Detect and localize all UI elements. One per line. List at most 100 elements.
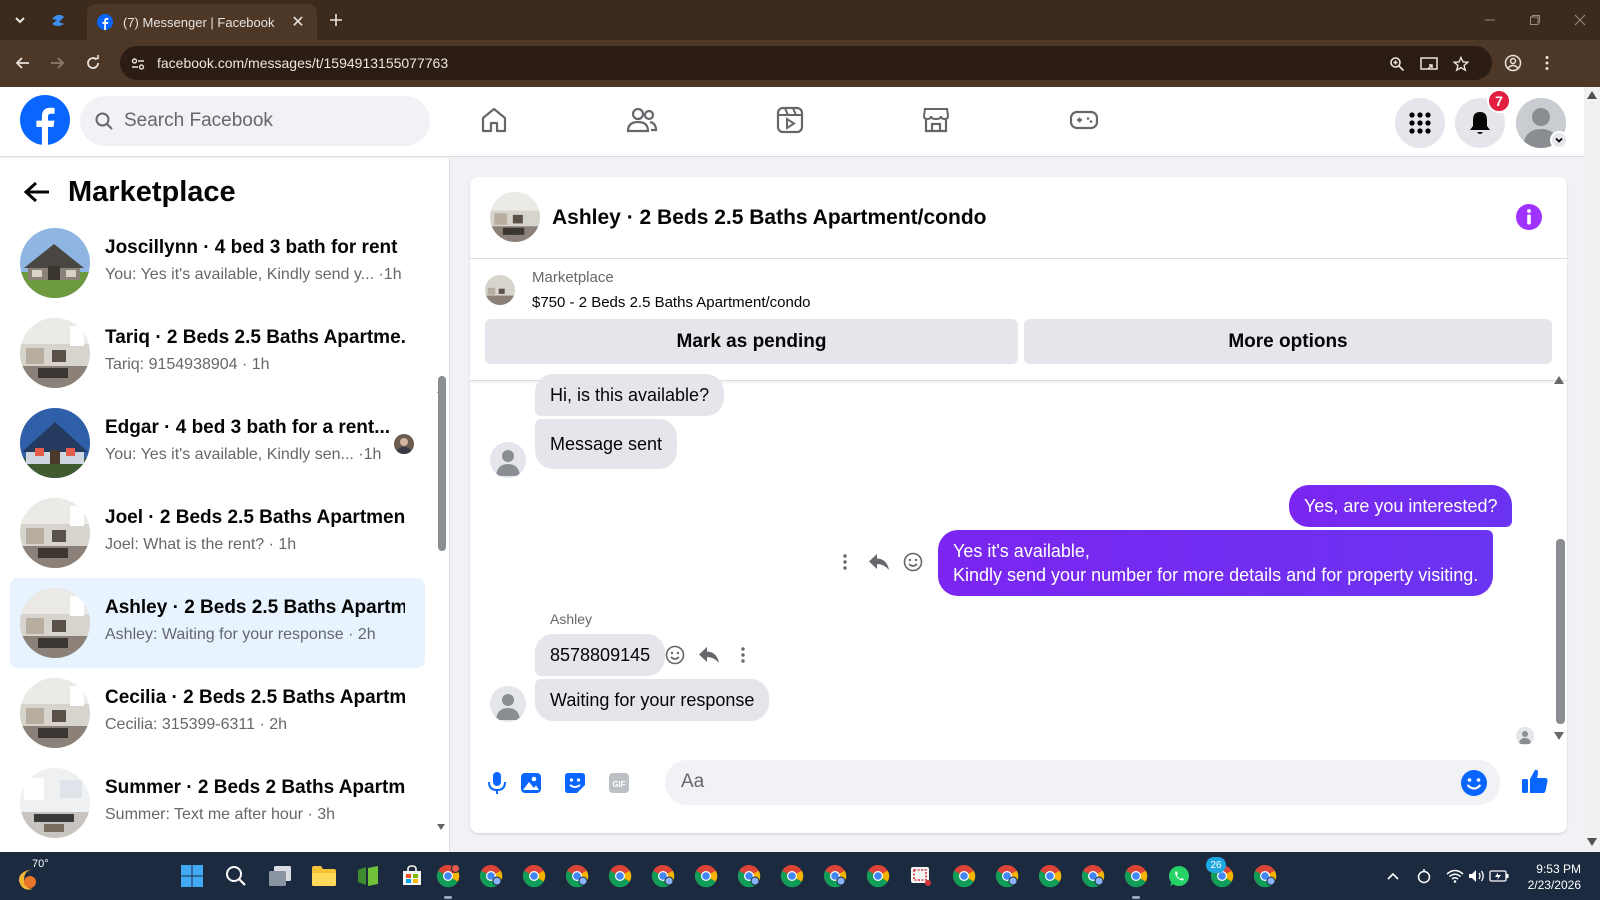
store-button[interactable] [396,860,428,892]
address-bar[interactable]: facebook.com/messages/t/1594913155077763 [120,46,1492,80]
profile-button[interactable] [1498,48,1528,78]
conversation-item[interactable]: Joel · 2 Beds 2.5 Baths Apartmen... Joel:… [10,488,425,578]
conversation-item[interactable]: Edgar · 4 bed 3 bath for a rent... You: Y… [10,398,425,488]
attach-photo-button[interactable] [514,766,548,800]
listing-thumbnail[interactable] [485,275,515,305]
thread-scroll-down-arrow[interactable] [1554,732,1564,740]
nav-video[interactable] [760,97,820,143]
listing-title[interactable]: $750 - 2 Beds 2.5 Baths Apartment/condo [532,294,811,311]
chat-listing-avatar[interactable] [490,192,540,242]
bookmark-star-icon[interactable] [1451,54,1471,74]
active-tab[interactable]: (7) Messenger | Facebook ✕ [87,4,317,40]
chrome-window-button[interactable] [862,860,894,892]
page-scroll-up-arrow[interactable] [1587,91,1597,99]
start-button[interactable] [176,860,208,892]
chrome-window-button[interactable] [1034,860,1066,892]
like-button[interactable] [1518,764,1552,798]
workspace-button[interactable] [44,6,72,34]
show-hidden-icons-button[interactable] [1383,866,1403,886]
task-view-button[interactable] [264,860,296,892]
chrome-window-button[interactable] [991,860,1023,892]
page-scrollbar[interactable] [1584,87,1600,852]
app-button[interactable] [352,860,384,892]
chrome-window-button[interactable] [733,860,765,892]
message-outgoing-multiline[interactable]: Yes it's available, Kindly send your num… [938,530,1494,596]
chrome-window-button[interactable] [475,860,507,892]
gif-button[interactable]: GIF [602,766,636,800]
facebook-logo-icon[interactable] [20,95,70,145]
chrome-window-button[interactable] [561,860,593,892]
zoom-icon[interactable] [1387,54,1407,74]
cast-icon[interactable] [1419,54,1439,74]
clock[interactable]: 9:53 PM 2/23/2026 [1515,861,1581,893]
message-more-button[interactable] [832,549,858,575]
battery-button[interactable] [1489,866,1509,886]
tab-close-icon[interactable]: ✕ [289,12,307,32]
back-button[interactable] [8,48,38,78]
weather-widget[interactable]: 70° [16,858,56,894]
emoji-button[interactable] [1460,769,1488,797]
sender-avatar[interactable] [490,686,526,722]
panel-scroll-down-arrow[interactable] [437,822,445,830]
chrome-window-button[interactable] [518,860,550,892]
taskbar-search-button[interactable] [220,860,252,892]
tray-app-icon[interactable] [1414,866,1434,886]
site-info-icon[interactable] [128,54,148,74]
conversation-item[interactable]: Cecilia · 2 Beds 2.5 Baths Apartm... Ceci… [10,668,425,758]
account-caret[interactable] [1550,131,1568,149]
message-input[interactable] [681,771,1441,793]
chrome-window-button[interactable] [432,860,464,892]
back-arrow-button[interactable] [20,175,54,209]
nav-marketplace[interactable] [906,97,966,143]
chrome-window-button[interactable] [819,860,851,892]
panel-scrollbar-thumb[interactable] [438,376,446,551]
sender-avatar[interactable] [490,442,526,478]
chrome-window-button[interactable] [647,860,679,892]
new-tab-button[interactable] [322,6,350,34]
file-explorer-button[interactable] [308,860,340,892]
message-incoming[interactable]: 8578809145 [535,634,666,676]
message-incoming[interactable]: Waiting for your response [535,679,770,721]
conversation-item[interactable]: Summer · 2 Beds 2 Baths Apartm... Summer:… [10,758,425,848]
conversation-item[interactable]: Joscillynn · 4 bed 3 bath for rent You: Y… [10,218,425,308]
chrome-window-button[interactable] [948,860,980,892]
message-incoming[interactable]: Hi, is this available? [535,374,725,416]
thread-scrollbar-thumb[interactable] [1556,539,1565,724]
nav-home[interactable] [464,97,524,143]
page-scroll-down-arrow[interactable] [1587,838,1597,846]
message-incoming[interactable]: Message sent [535,419,678,469]
chrome-window-button[interactable] [604,860,636,892]
minimize-button[interactable] [1470,8,1510,32]
wifi-button[interactable] [1445,866,1465,886]
tab-search-button[interactable] [6,6,34,34]
message-reply-button[interactable] [696,642,722,668]
volume-button[interactable] [1467,866,1487,886]
message-input-box[interactable] [665,760,1500,805]
chrome-window-button[interactable] [1249,860,1281,892]
sticker-button[interactable] [558,766,592,800]
thread-scroll-up-arrow[interactable] [1554,376,1564,384]
reload-button[interactable] [78,48,108,78]
chrome-window-button[interactable] [1120,860,1152,892]
whatsapp-button[interactable] [1163,860,1195,892]
more-options-button[interactable]: More options [1024,319,1552,364]
browser-menu-button[interactable] [1532,48,1562,78]
facebook-search-bar[interactable] [80,96,430,146]
message-reply-button[interactable] [866,549,892,575]
chrome-window-button[interactable] [1077,860,1109,892]
mark-as-pending-button[interactable]: Mark as pending [485,319,1018,364]
message-more-button[interactable] [730,642,756,668]
message-react-button[interactable] [900,549,926,575]
nav-friends[interactable] [612,97,672,143]
conversation-info-button[interactable] [1515,203,1543,231]
close-window-button[interactable] [1560,8,1600,32]
restore-button[interactable] [1515,8,1555,32]
conversation-item[interactable]: Tariq · 2 Beds 2.5 Baths Apartme... Tariq… [10,308,425,398]
message-react-button[interactable] [662,642,688,668]
forward-button[interactable] [42,48,72,78]
search-input[interactable] [124,110,404,132]
chrome-window-button[interactable] [690,860,722,892]
chrome-window-button[interactable] [776,860,808,892]
snipping-tool-button[interactable] [905,860,937,892]
message-outgoing[interactable]: Yes, are you interested? [1289,485,1513,527]
